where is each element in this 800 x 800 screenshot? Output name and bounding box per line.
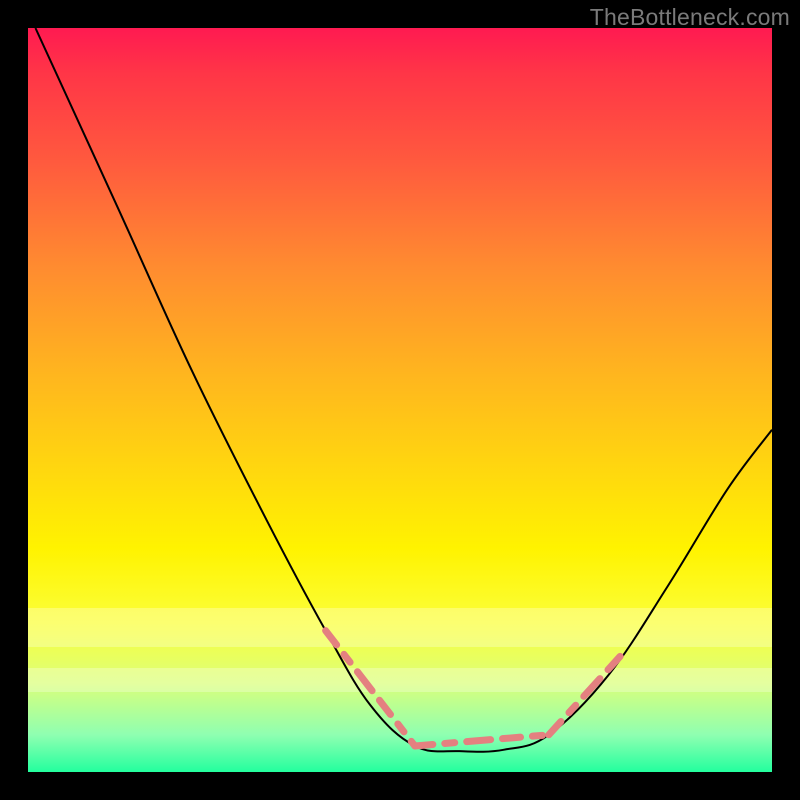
watermark-label: TheBottleneck.com — [590, 4, 790, 31]
curve-path — [35, 28, 772, 752]
chart-plot-area — [28, 28, 772, 772]
bottleneck-curve — [28, 28, 772, 772]
dash-segment — [549, 653, 623, 735]
dash-overlay — [326, 631, 624, 746]
dash-segment — [326, 631, 415, 746]
